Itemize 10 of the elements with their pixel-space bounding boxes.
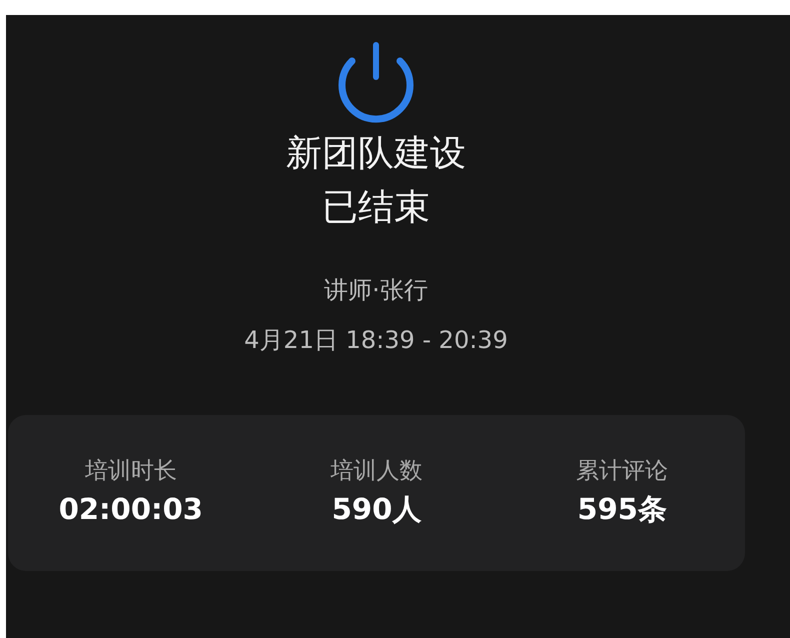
time-range: 4月21日 18:39 - 20:39 [244, 325, 508, 355]
stat-label: 培训时长 [84, 457, 177, 485]
stat-label: 累计评论 [576, 457, 668, 485]
stat-value: 590人 [332, 491, 422, 527]
status-title: 已结束 [322, 186, 430, 230]
stat-value: 02:00:03 [58, 491, 203, 527]
stat-label: 培训人数 [330, 457, 422, 485]
stat-value: 595条 [577, 491, 667, 527]
status-title: 新团队建设 [286, 132, 466, 176]
lecturer-label: 讲师·张行 [324, 275, 428, 305]
